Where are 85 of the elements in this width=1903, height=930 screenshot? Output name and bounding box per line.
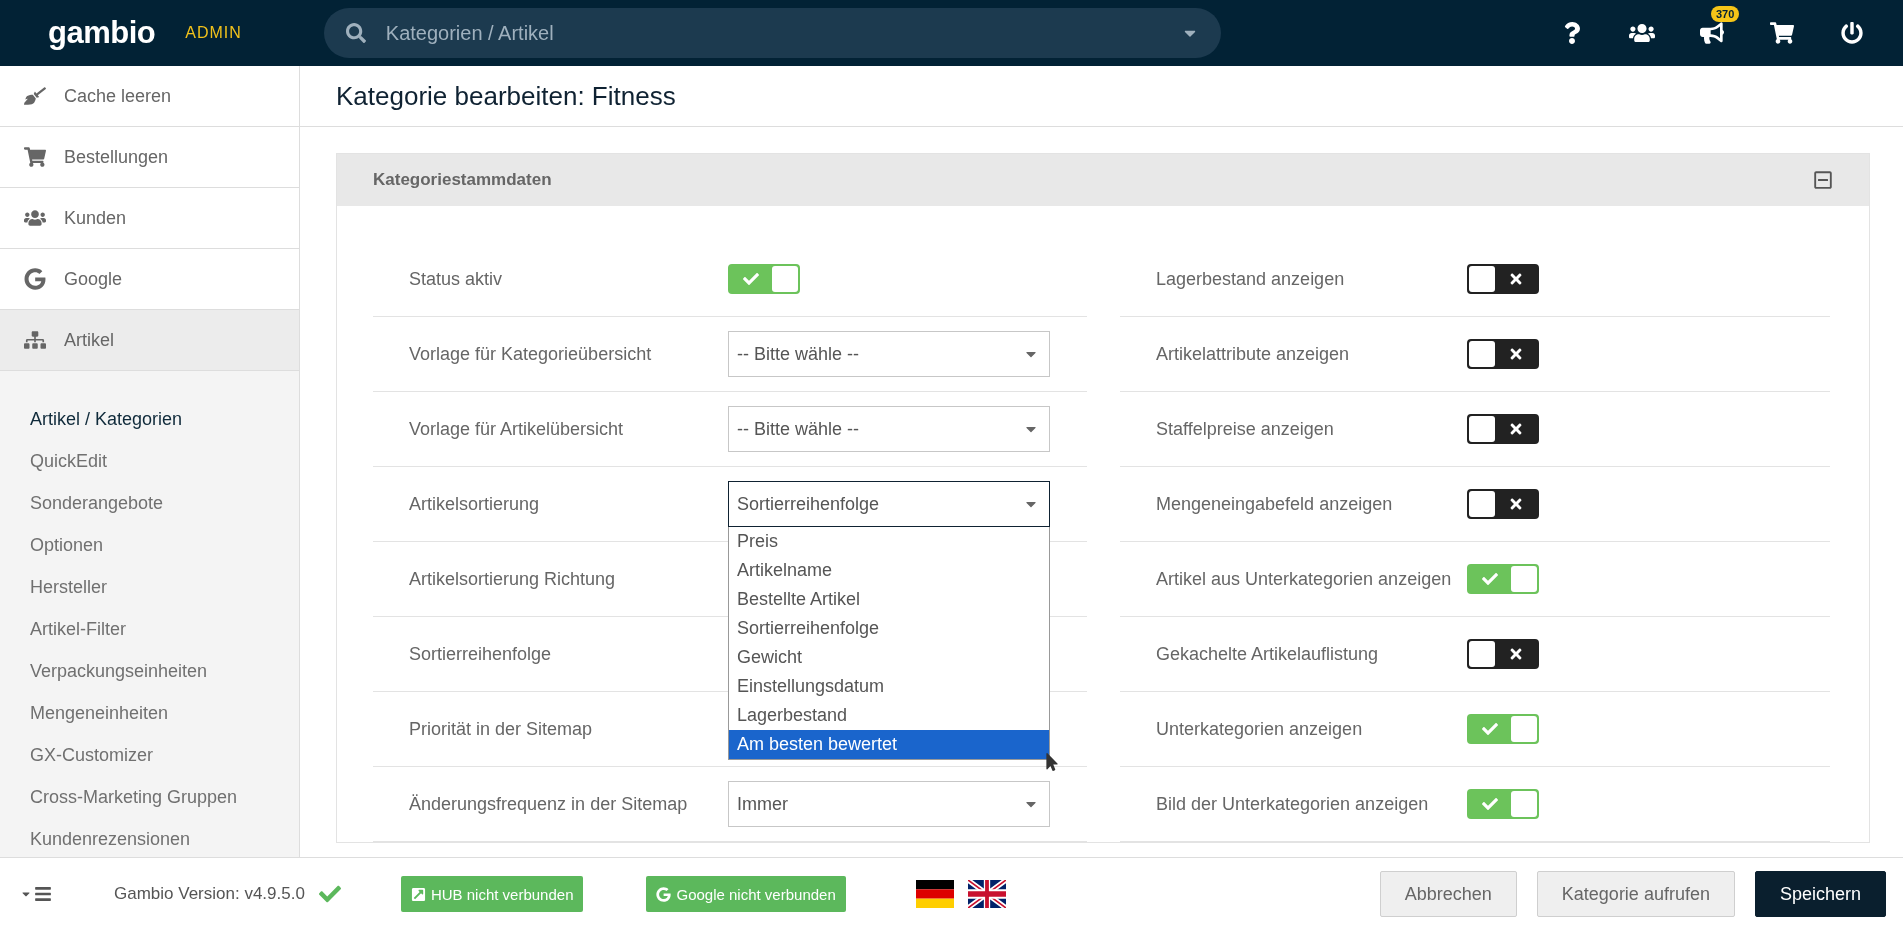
google-g-icon	[22, 268, 48, 290]
sidebar-item[interactable]: Kunden	[0, 188, 299, 249]
logo[interactable]: gambio	[48, 15, 156, 51]
field-label: Unterkategorien anzeigen	[1155, 718, 1364, 740]
menu-icon	[34, 885, 52, 903]
field-label: Priorität in der Sitemap	[408, 718, 594, 740]
select-field[interactable]: -- Bitte wähle --	[728, 331, 1050, 377]
google-g-icon	[656, 886, 672, 902]
sidebar-item-label: Cache leeren	[64, 85, 172, 107]
submenu-item[interactable]: Sonderangebote	[0, 482, 299, 524]
search-field[interactable]: Kategorien / Artikel	[383, 20, 1163, 46]
broom-icon	[22, 85, 48, 107]
page-title: Kategorie bearbeiten: Fitness	[300, 66, 1903, 127]
toggle-switch[interactable]	[1467, 714, 1539, 744]
uk-flag-icon[interactable]	[967, 880, 1006, 908]
x-icon	[1508, 271, 1524, 287]
x-icon	[1508, 346, 1524, 362]
submenu-item[interactable]: Kundenrezensionen	[0, 818, 299, 857]
field-label: Vorlage für Kategorieübersicht	[408, 343, 653, 365]
field-label: Sortierreihenfolge	[408, 643, 553, 665]
submenu-item[interactable]: Optionen	[0, 524, 299, 566]
sidebar-item[interactable]: Bestellungen	[0, 127, 299, 188]
submenu-item[interactable]: Artikel / Kategorien	[0, 398, 299, 440]
submenu-item[interactable]: Verpackungseinheiten	[0, 650, 299, 692]
german-flag-icon[interactable]	[915, 880, 954, 908]
field-label: Artikel aus Unterkategorien anzeigen	[1155, 568, 1453, 590]
toggle-switch[interactable]	[1467, 789, 1539, 819]
x-icon	[1508, 646, 1524, 662]
submenu-item[interactable]: QuickEdit	[0, 440, 299, 482]
toggle-switch[interactable]	[1467, 414, 1539, 444]
check-icon	[1482, 571, 1498, 587]
sidebar-item[interactable]: Artikel	[0, 310, 299, 371]
sidebar-item-label: Google	[64, 268, 123, 290]
version-text: Gambio Version: v4.9.5.0	[114, 884, 305, 904]
users-icon	[22, 207, 48, 229]
toggle-switch[interactable]	[1467, 639, 1539, 669]
logo-label: ADMIN	[185, 24, 242, 42]
save-button[interactable]: Speichern	[1754, 871, 1886, 917]
toggle-switch[interactable]	[1467, 339, 1539, 369]
check-icon	[1482, 721, 1498, 737]
field-label: Lagerbestand anzeigen	[1155, 268, 1346, 290]
field-label: Status aktiv	[408, 268, 504, 290]
submenu-item[interactable]: Mengeneinheiten	[0, 692, 299, 734]
sidebar-item[interactable]: Cache leeren	[0, 66, 299, 127]
sidebar-item[interactable]: Google	[0, 249, 299, 310]
panel-title: Kategoriestammdaten	[373, 170, 552, 190]
select-field[interactable]: Sortierreihenfolge	[728, 481, 1050, 527]
notification-count: 370	[1711, 6, 1740, 22]
sidebar-item-label: Artikel	[64, 329, 114, 351]
footer-button[interactable]: Kategorie aufrufen	[1536, 871, 1735, 917]
field-label: Artikelsortierung	[408, 493, 541, 515]
check-icon	[743, 271, 759, 287]
field-label: Gekachelte Artikelauflistung	[1155, 643, 1380, 665]
field-label: Staffelpreise anzeigen	[1155, 418, 1335, 440]
sidebar-item-label: Bestellungen	[64, 146, 169, 168]
sitemap-icon	[22, 329, 48, 351]
footer-button[interactable]: Abbrechen	[1379, 871, 1517, 917]
select-field[interactable]: Immer	[728, 781, 1050, 827]
sidebar-item-label: Kunden	[64, 207, 127, 229]
field-label: Bild der Unterkategorien anzeigen	[1155, 793, 1430, 815]
collapse-button[interactable]	[1813, 170, 1833, 190]
submenu-item[interactable]: Hersteller	[0, 566, 299, 608]
field-label: Änderungsfrequenz in der Sitemap	[408, 793, 689, 815]
search-bar[interactable]: Kategorien / Artikel	[323, 8, 1221, 58]
x-icon	[1508, 421, 1524, 437]
submenu-item[interactable]: GX-Customizer	[0, 734, 299, 776]
check-icon	[1482, 796, 1498, 812]
select-field[interactable]: -- Bitte wähle --	[728, 406, 1050, 452]
menu-button[interactable]	[20, 885, 52, 903]
field-label: Mengeneingabefeld anzeigen	[1155, 493, 1394, 515]
check-icon	[318, 883, 341, 905]
submenu-item[interactable]: Cross-Marketing Gruppen	[0, 776, 299, 818]
cart-icon	[22, 146, 48, 168]
toggle-switch[interactable]	[1467, 564, 1539, 594]
toggle-switch[interactable]	[728, 264, 800, 294]
x-icon	[1508, 496, 1524, 512]
toggle-switch[interactable]	[1467, 264, 1539, 294]
field-label: Artikelsortierung Richtung	[408, 568, 617, 590]
field-label: Vorlage für Artikelübersicht	[408, 418, 625, 440]
dropdown-option[interactable]: Am besten bewertet	[729, 730, 1049, 759]
share-icon	[410, 886, 426, 902]
field-label: Artikelattribute anzeigen	[1155, 343, 1351, 365]
toggle-switch[interactable]	[1467, 489, 1539, 519]
submenu-item[interactable]: Artikel-Filter	[0, 608, 299, 650]
search-icon	[345, 23, 366, 43]
